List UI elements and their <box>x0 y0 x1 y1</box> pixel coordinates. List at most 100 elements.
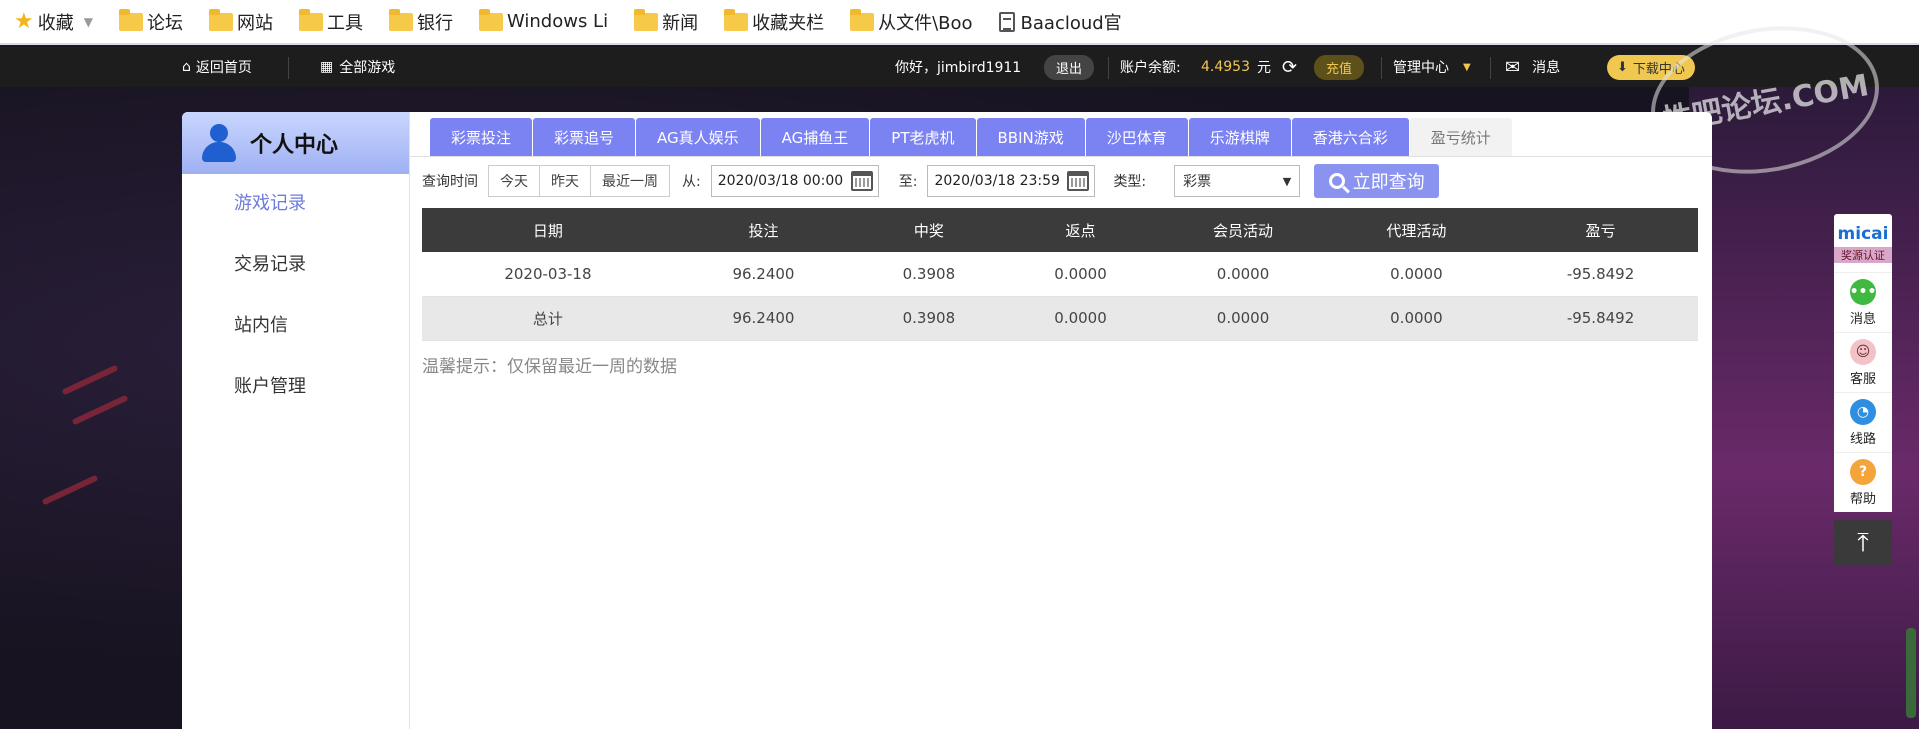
messages-link[interactable]: ✉ 消息 <box>1505 47 1560 87</box>
folder-icon <box>478 8 503 31</box>
bookmark-bank[interactable]: 银行 <box>388 8 453 35</box>
tab-lottery-chase[interactable]: 彩票追号 <box>533 118 636 156</box>
table-cell: 0.3908 <box>853 296 1005 341</box>
logout-button[interactable]: 退出 <box>1044 47 1095 87</box>
download-icon: ⬇ <box>1617 59 1628 75</box>
from-date-input[interactable]: 2020/03/18 00:00 <box>710 165 879 197</box>
range-today-button[interactable]: 今天 <box>489 166 540 196</box>
table-cell: -95.8492 <box>1503 296 1698 341</box>
range-week-button[interactable]: 最近一周 <box>591 166 669 196</box>
table-cell: 2020-03-18 <box>422 252 674 297</box>
sidebar-title: 个人中心 <box>250 133 339 158</box>
tab-hk-lottery[interactable]: 香港六合彩 <box>1291 118 1409 156</box>
bookmark-tools[interactable]: 工具 <box>298 8 363 35</box>
recharge-button[interactable]: 充值 <box>1314 47 1365 87</box>
range-yesterday-button[interactable]: 昨天 <box>540 166 591 196</box>
bookmark-news[interactable]: 新闻 <box>634 8 698 35</box>
balance-value: 4.4953 <box>1201 59 1250 75</box>
bookmark-from-file[interactable]: 从文件\Boo <box>850 8 973 35</box>
table-cell: 0.0000 <box>1156 252 1330 297</box>
home-link[interactable]: ⌂ 返回首页 <box>182 47 252 87</box>
home-icon: ⌂ <box>182 59 191 75</box>
tab-leyou-chess[interactable]: 乐游棋牌 <box>1188 118 1291 156</box>
content-area: 彩票投注 彩票追号 AG真人娱乐 AG捕鱼王 PT老虎机 BBIN游戏 沙巴体育… <box>410 112 1712 729</box>
quick-range-group: 今天 昨天 最近一周 <box>488 165 670 197</box>
bookmark-forum[interactable]: 论坛 <box>118 8 183 35</box>
top-nav: ⌂ 返回首页 ▦ 全部游戏 你好，jimbird1911 退出 账户余额: 4.49… <box>0 47 1919 87</box>
main-panel: 个人中心 游戏记录 交易记录 站内信 账户管理 彩票投注 彩票追号 AG真人娱乐… <box>182 112 1712 729</box>
tab-ag-fishing[interactable]: AG捕鱼王 <box>760 118 870 156</box>
table-cell: 总计 <box>422 296 674 341</box>
table-cell: 0.0000 <box>1329 252 1504 297</box>
to-date-input[interactable]: 2020/03/18 23:59 <box>927 165 1096 197</box>
profit-table: 日期 投注 中奖 返点 会员活动 代理活动 盈亏 2020-03-18 96.2… <box>422 208 1698 341</box>
bookmark-websites[interactable]: 网站 <box>208 8 273 35</box>
column-header: 代理活动 <box>1329 208 1504 252</box>
refresh-icon[interactable]: ⟳ <box>1282 47 1297 87</box>
cert-label: 奖源认证 <box>1834 246 1892 263</box>
column-header: 中奖 <box>853 208 1005 252</box>
tab-divider <box>410 156 1712 157</box>
micai-badge[interactable]: micai 奖源认证 <box>1834 214 1892 272</box>
sidebar-item-game-records[interactable]: 游戏记录 <box>182 194 409 255</box>
chevron-down-icon: ▼ <box>83 14 93 29</box>
tab-ag-live[interactable]: AG真人娱乐 <box>636 118 760 156</box>
tab-bbin[interactable]: BBIN游戏 <box>976 118 1085 156</box>
sidebar-menu: 游戏记录 交易记录 站内信 账户管理 <box>182 174 409 438</box>
help-icon: ? <box>1850 458 1876 485</box>
all-games-link[interactable]: ▦ 全部游戏 <box>320 47 395 87</box>
floating-sidebar: micai 奖源认证 ••• 消息 ☺ 客服 ◔ 线路 ? 帮助 ⤒ <box>1834 214 1892 566</box>
mail-icon: ✉ <box>1505 56 1521 78</box>
nav-divider <box>1108 57 1109 79</box>
sidebar-item-inbox[interactable]: 站内信 <box>182 316 409 377</box>
tab-pt-slots[interactable]: PT老虎机 <box>870 118 976 156</box>
filter-bar: 查询时间 今天 昨天 最近一周 从: 2020/03/18 00:00 至: 2… <box>422 164 1440 198</box>
calendar-icon[interactable] <box>1067 171 1090 191</box>
tab-lottery-bet[interactable]: 彩票投注 <box>430 118 533 156</box>
table-cell: 0.0000 <box>1004 296 1157 341</box>
folder-icon <box>388 8 413 31</box>
calendar-icon[interactable] <box>850 171 873 191</box>
table-cell: 0.0000 <box>1156 296 1330 341</box>
type-select[interactable]: 彩票 ▼ <box>1174 165 1301 197</box>
bookmark-baacloud[interactable]: Baacloud官 <box>998 9 1122 35</box>
tab-bar: 彩票投注 彩票追号 AG真人娱乐 AG捕鱼王 PT老虎机 BBIN游戏 沙巴体育… <box>430 118 1513 156</box>
table-total-row: 总计 96.2400 0.3908 0.0000 0.0000 0.0000 -… <box>422 296 1698 341</box>
sidebar-item-transactions[interactable]: 交易记录 <box>182 255 409 316</box>
greeting: 你好，jimbird1911 <box>895 60 1022 76</box>
back-to-top-button[interactable]: ⤒ <box>1834 520 1892 566</box>
bookmark-favorites-bar[interactable]: 收藏夹栏 <box>724 8 824 35</box>
bookmarks-bar: ★ 收藏 ▼ 论坛 网站 工具 银行 Windows Li 新闻 收藏夹栏 从文件\… <box>0 0 1919 45</box>
float-messages-button[interactable]: ••• 消息 <box>1834 272 1892 332</box>
balance-label: 账户余额: <box>1120 60 1181 76</box>
scrollbar[interactable] <box>1906 628 1916 718</box>
column-header: 会员活动 <box>1156 208 1330 252</box>
folder-icon <box>724 8 749 31</box>
folder-icon <box>298 8 323 31</box>
tab-profit-stats[interactable]: 盈亏统计 <box>1409 118 1512 156</box>
balance-unit: 元 <box>1257 60 1271 76</box>
micai-logo: micai <box>1837 223 1889 244</box>
from-label: 从: <box>682 174 701 190</box>
table-cell: -95.8492 <box>1503 252 1698 297</box>
star-icon: ★ <box>14 9 34 34</box>
folder-icon <box>208 8 233 31</box>
bookmark-windows[interactable]: Windows Li <box>478 8 608 32</box>
to-label: 至: <box>898 174 918 190</box>
user-icon <box>202 124 236 162</box>
query-button[interactable]: 立即查询 <box>1314 164 1440 198</box>
float-route-button[interactable]: ◔ 线路 <box>1834 392 1892 452</box>
table-row: 2020-03-18 96.2400 0.3908 0.0000 0.0000 … <box>422 252 1698 297</box>
nav-divider <box>288 57 289 79</box>
chevron-down-icon: ▼ <box>1282 174 1292 188</box>
folder-icon <box>118 8 143 31</box>
folder-icon <box>850 8 875 31</box>
admin-menu[interactable]: 管理中心 ▼ <box>1393 47 1471 87</box>
float-help-button[interactable]: ? 帮助 <box>1834 452 1892 512</box>
tab-saba-sports[interactable]: 沙巴体育 <box>1085 118 1188 156</box>
table-header-row: 日期 投注 中奖 返点 会员活动 代理活动 盈亏 <box>422 208 1698 252</box>
float-support-button[interactable]: ☺ 客服 <box>1834 332 1892 392</box>
bookmark-favorites[interactable]: ★ 收藏 ▼ <box>14 9 93 35</box>
table-cell: 0.3908 <box>853 252 1005 297</box>
sidebar-item-account[interactable]: 账户管理 <box>182 377 409 438</box>
